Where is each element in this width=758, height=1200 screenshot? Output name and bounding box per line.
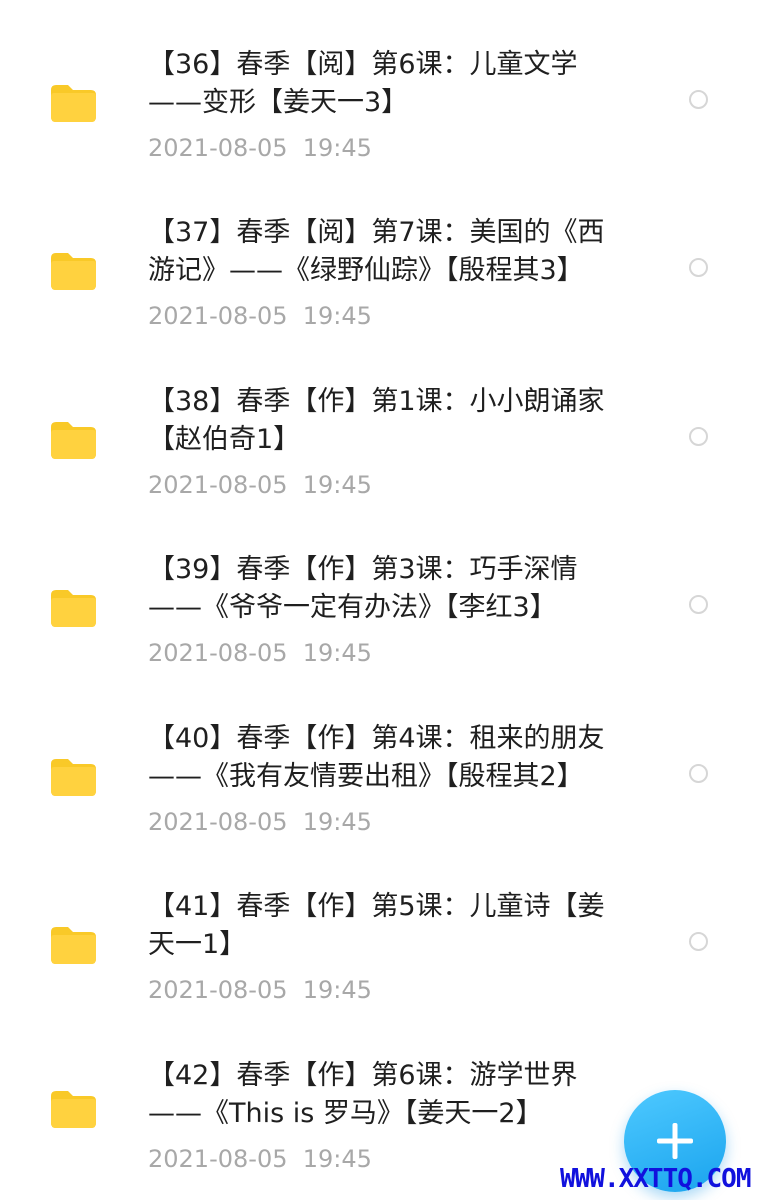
item-date: 2021-08-05 19:45 [148,808,372,836]
folder-icon [51,422,96,459]
select-radio[interactable] [689,90,708,109]
item-date: 2021-08-05 19:45 [148,302,372,330]
list-item[interactable]: 【39】春季【作】第3课：巧手深情 ——《爷爷一定有办法》【李红3】 2021-… [0,511,758,679]
list-item[interactable]: 【38】春季【作】第1课：小小朗诵家 【赵伯奇1】 2021-08-05 19:… [0,343,758,511]
item-title: 【37】春季【阅】第7课：美国的《西 游记》——《绿野仙踪》【殷程其3】 [148,217,605,286]
item-date: 2021-08-05 19:45 [148,639,372,667]
list-item[interactable]: 【37】春季【阅】第7课：美国的《西 游记》——《绿野仙踪》【殷程其3】 202… [0,174,758,342]
plus-icon [657,1123,693,1159]
item-title: 【38】春季【作】第1课：小小朗诵家 【赵伯奇1】 [148,386,605,455]
list-item[interactable]: 【36】春季【阅】第6课：儿童文学 ——变形【姜天一3】 2021-08-05 … [0,6,758,174]
item-date: 2021-08-05 19:45 [148,471,372,499]
item-title: 【41】春季【作】第5课：儿童诗【姜 天一1】 [148,891,605,960]
select-radio[interactable] [689,764,708,783]
item-title: 【40】春季【作】第4课：租来的朋友 ——《我有友情要出租》【殷程其2】 [148,723,605,792]
item-date: 2021-08-05 19:45 [148,976,372,1004]
select-radio[interactable] [689,258,708,277]
select-radio[interactable] [689,595,708,614]
folder-icon [51,253,96,290]
item-title: 【39】春季【作】第3课：巧手深情 ——《爷爷一定有办法》【李红3】 [148,554,578,623]
select-radio[interactable] [689,427,708,446]
select-radio[interactable] [689,932,708,951]
folder-icon [51,927,96,964]
list-item[interactable]: 【40】春季【作】第4课：租来的朋友 ——《我有友情要出租》【殷程其2】 202… [0,680,758,848]
list-item[interactable]: 【41】春季【作】第5课：儿童诗【姜 天一1】 2021-08-05 19:45 [0,848,758,1016]
folder-icon [51,590,96,627]
item-date: 2021-08-05 19:45 [148,1145,372,1173]
item-title: 【42】春季【作】第6课：游学世界 ——《This is 罗马》【姜天一2】 [148,1060,578,1129]
folder-icon [51,759,96,796]
item-date: 2021-08-05 19:45 [148,134,372,162]
file-list: 【36】春季【阅】第6课：儿童文学 ——变形【姜天一3】 2021-08-05 … [0,0,758,1200]
folder-icon [51,1091,96,1128]
watermark-text: WWW.XXTTQ.COM [560,1164,751,1194]
item-title: 【36】春季【阅】第6课：儿童文学 ——变形【姜天一3】 [148,49,578,118]
folder-icon [51,85,96,122]
